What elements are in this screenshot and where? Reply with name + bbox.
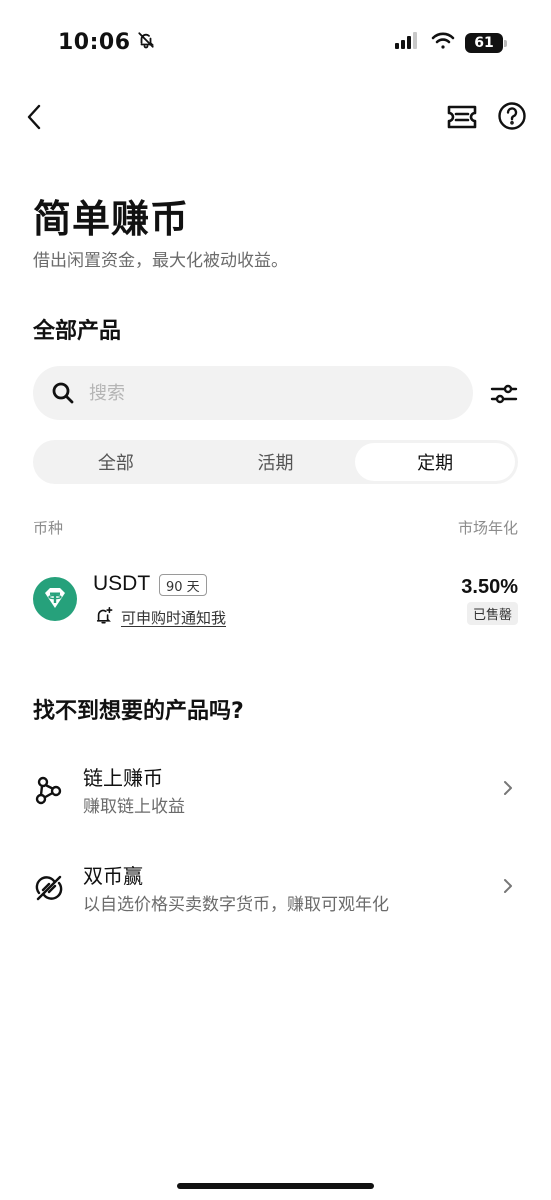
coin-name: USDT	[93, 572, 151, 595]
column-coin: 币种	[33, 519, 64, 537]
chevron-right-icon	[500, 872, 516, 900]
notify-link[interactable]: 可申购时通知我	[95, 606, 226, 628]
status-badge: 已售罄	[466, 602, 518, 625]
term-tabs: 全部 活期 定期	[33, 440, 518, 484]
sliders-icon[interactable]	[488, 378, 520, 410]
product-row[interactable]: USDT 90 天 可申购时通知我 3.50% 已售罄	[33, 568, 518, 634]
page-title: 简单赚币	[33, 197, 190, 241]
notify-text[interactable]: 可申购时通知我	[121, 607, 226, 628]
column-apy: 市场年化	[457, 519, 518, 537]
chevron-left-icon[interactable]	[20, 101, 48, 133]
list-item-onchain-earn[interactable]: 链上赚币 赚取链上收益	[33, 762, 518, 822]
ticket-icon[interactable]	[446, 101, 478, 133]
bell-slash-icon	[137, 30, 155, 55]
dual-coin-icon	[33, 872, 65, 904]
status-time: 10:06	[58, 30, 155, 55]
term-badge: 90 天	[159, 574, 207, 596]
tab-fixed[interactable]: 定期	[355, 443, 516, 481]
status-indicators: 61	[395, 32, 507, 54]
section-title-all-products: 全部产品	[33, 319, 122, 344]
list-item-title: 链上赚币	[83, 766, 163, 790]
tether-icon	[33, 577, 77, 621]
signal-icon	[395, 32, 421, 54]
chevron-right-icon	[500, 774, 516, 802]
list-item-subtitle: 赚取链上收益	[83, 797, 185, 817]
list-item-subtitle: 以自选价格买卖数字货币，赚取可观年化	[83, 895, 389, 915]
section-title-others: 找不到想要的产品吗?	[33, 699, 244, 724]
status-time-text: 10:06	[58, 30, 131, 55]
battery-indicator: 61	[465, 33, 507, 53]
status-bar: 10:06 61	[0, 0, 551, 90]
search-icon	[51, 381, 75, 405]
wifi-icon	[431, 32, 455, 54]
bell-plus-icon	[95, 606, 113, 628]
apy-value: 3.50%	[461, 576, 518, 598]
list-item-dual-investment[interactable]: 双币赢 以自选价格买卖数字货币，赚取可观年化	[33, 860, 518, 920]
tab-flexible[interactable]: 活期	[196, 443, 356, 481]
page-subtitle: 借出闲置资金，最大化被动收益。	[33, 251, 288, 271]
list-item-title: 双币赢	[83, 864, 143, 888]
search-bar[interactable]	[33, 366, 473, 420]
search-input[interactable]	[89, 382, 449, 404]
tab-all[interactable]: 全部	[36, 443, 196, 481]
nav-bar	[0, 95, 551, 139]
question-circle-icon[interactable]	[496, 100, 528, 132]
home-indicator[interactable]	[177, 1183, 374, 1189]
nodes-icon	[33, 774, 65, 806]
